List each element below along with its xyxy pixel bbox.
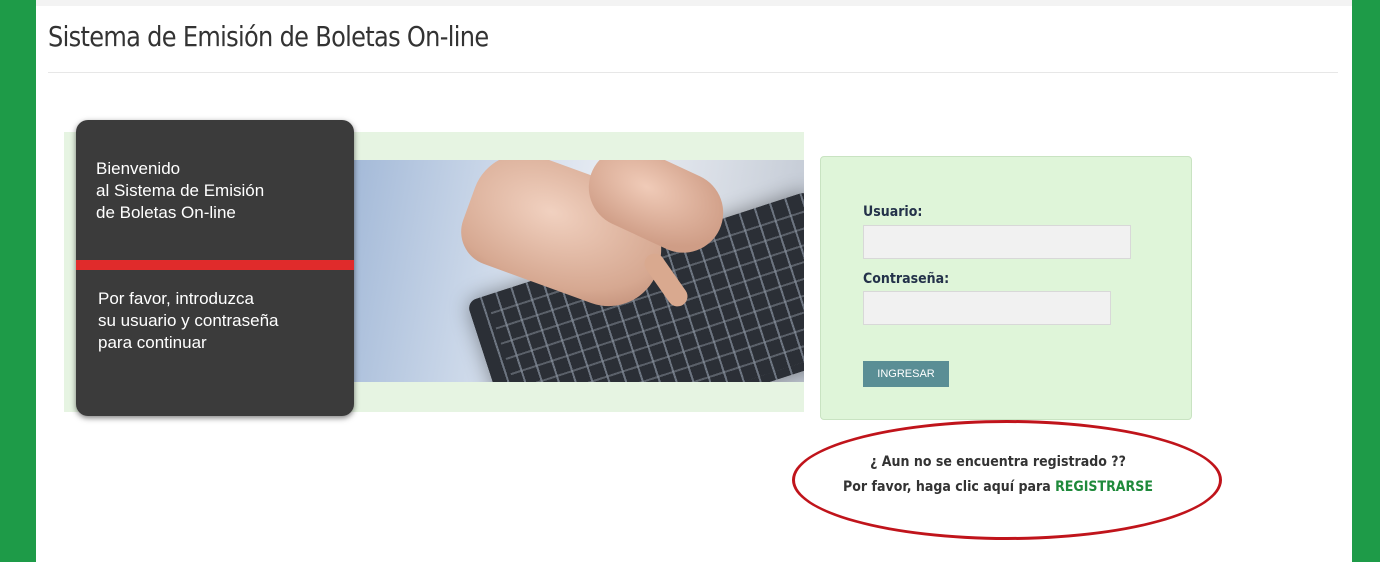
- login-button[interactable]: INGRESAR: [863, 361, 949, 387]
- instruction-text: Por favor, introduzca su usuario y contr…: [98, 288, 279, 354]
- register-link[interactable]: REGISTRARSE: [1055, 479, 1153, 495]
- register-section: ¿ Aun no se encuentra registrado ?? Por …: [809, 450, 1187, 500]
- username-label: Usuario:: [863, 204, 923, 220]
- welcome-text: Bienvenido al Sistema de Emisión de Bole…: [96, 158, 264, 224]
- right-frame: [1352, 0, 1380, 562]
- register-prompt: Por favor, haga clic aquí para: [843, 479, 1051, 495]
- keyboard-photo: [336, 160, 804, 382]
- page-content: Sistema de Emisión de Boletas On-line Bi…: [36, 0, 1352, 562]
- instruction-line: Por favor, introduzca: [98, 289, 254, 308]
- instruction-line: su usuario y contraseña: [98, 311, 279, 330]
- password-label: Contraseña:: [863, 271, 950, 287]
- login-panel: Usuario: Contraseña: INGRESAR: [820, 156, 1192, 420]
- left-frame: [0, 0, 36, 562]
- password-input[interactable]: [863, 291, 1111, 325]
- register-prompt-line: Por favor, haga clic aquí para REGISTRAR…: [809, 475, 1187, 500]
- welcome-card: Bienvenido al Sistema de Emisión de Bole…: [76, 120, 354, 416]
- instruction-line: para continuar: [98, 333, 207, 352]
- welcome-line: de Boletas On-line: [96, 203, 236, 222]
- welcome-line: Bienvenido: [96, 159, 181, 178]
- red-divider: [76, 260, 354, 270]
- register-question: ¿ Aun no se encuentra registrado ??: [870, 454, 1126, 470]
- page-title: Sistema de Emisión de Boletas On-line: [48, 20, 489, 53]
- top-strip: [36, 0, 1352, 6]
- title-divider: [48, 72, 1338, 73]
- username-input[interactable]: [863, 225, 1131, 259]
- welcome-line: al Sistema de Emisión: [96, 181, 265, 200]
